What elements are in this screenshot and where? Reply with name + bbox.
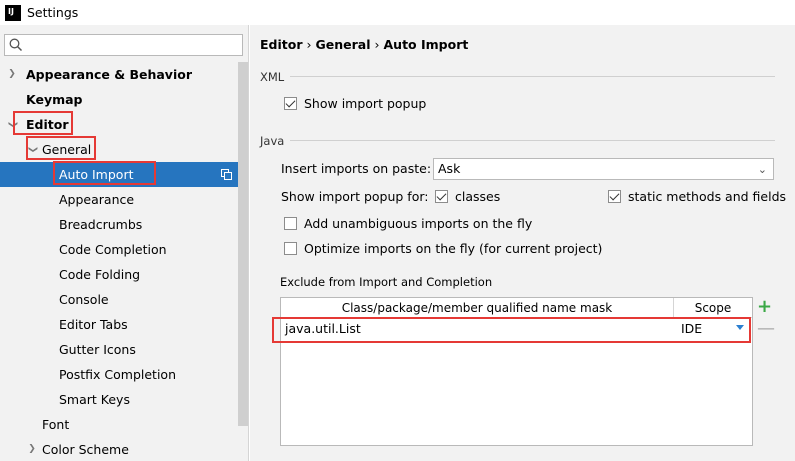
chevron-down-icon[interactable]: ❯ xyxy=(20,144,45,156)
tree-item-smart-keys[interactable]: Smart Keys xyxy=(0,387,238,412)
breadcrumb-separator: › xyxy=(306,37,312,52)
tree-item-editor-tabs[interactable]: Editor Tabs xyxy=(0,312,238,337)
tree-item-general[interactable]: ❯ General xyxy=(0,137,238,162)
java-classes-checkbox[interactable]: classes xyxy=(435,189,500,204)
insert-imports-label: Insert imports on paste: xyxy=(281,161,432,176)
window-title: Settings xyxy=(27,5,79,20)
chevron-right-icon[interactable]: ❯ xyxy=(6,62,18,87)
tree-item-color-scheme[interactable]: ❯ Color Scheme xyxy=(0,437,238,461)
tree-item-label: Font xyxy=(42,417,70,432)
tree-item-label: Postfix Completion xyxy=(59,367,176,382)
tree-item-font[interactable]: Font xyxy=(0,412,238,437)
scope-dropdown-icon[interactable] xyxy=(736,325,744,330)
search-icon xyxy=(9,38,23,52)
tree-item-label: Editor xyxy=(26,117,69,132)
settings-content: Editor › General › Auto Import XML Show impo… xyxy=(250,25,795,461)
xml-show-import-popup-checkbox[interactable]: Show import popup xyxy=(284,96,426,111)
column-header-mask[interactable]: Class/package/member qualified name mask xyxy=(281,298,674,318)
breadcrumb-item-editor[interactable]: Editor xyxy=(260,37,303,52)
tree-item-postfix-completion[interactable]: Postfix Completion xyxy=(0,362,238,387)
optimize-imports-checkbox[interactable]: Optimize imports on the fly (for current… xyxy=(284,241,602,256)
chevron-down-icon[interactable]: ❯ xyxy=(0,119,25,131)
row-mask-value[interactable]: java.util.List xyxy=(285,319,361,339)
tree-item-label: Smart Keys xyxy=(59,392,130,407)
section-xml-label: XML xyxy=(260,70,285,84)
tree-item-label: Console xyxy=(59,292,109,307)
remove-entry-button[interactable]: — xyxy=(757,320,775,338)
tree-item-editor[interactable]: ❯ Editor xyxy=(0,112,238,137)
tree-item-keymap[interactable]: Keymap xyxy=(0,87,238,112)
column-header-scope[interactable]: Scope xyxy=(674,298,752,318)
add-unambiguous-imports-checkbox[interactable]: Add unambiguous imports on the fly xyxy=(284,216,532,231)
tree-item-code-completion[interactable]: Code Completion xyxy=(0,237,238,262)
tree-item-appearance-behavior[interactable]: ❯ Appearance & Behavior xyxy=(0,62,238,87)
checkbox-label: Show import popup xyxy=(304,96,427,111)
java-static-methods-checkbox[interactable]: static methods and fields xyxy=(608,189,786,204)
row-scope-value[interactable]: IDE xyxy=(681,319,702,339)
tree-item-label: Code Folding xyxy=(59,267,141,282)
tree-item-label: Color Scheme xyxy=(42,442,129,457)
checkbox-label: classes xyxy=(455,189,501,204)
exclude-section-label: Exclude from Import and Completion xyxy=(280,275,493,289)
tree-item-label: Appearance & Behavior xyxy=(26,67,192,82)
breadcrumb-separator: › xyxy=(374,37,380,52)
add-entry-button[interactable]: + xyxy=(757,298,772,316)
checkbox-unchecked[interactable] xyxy=(284,217,297,230)
table-row[interactable]: java.util.List IDE xyxy=(281,319,752,339)
chevron-down-icon[interactable]: ⌄ xyxy=(758,160,767,180)
tree-item-label: Keymap xyxy=(26,92,83,107)
tree-item-label: Breadcrumbs xyxy=(59,217,143,232)
intellij-app-icon: IJ xyxy=(5,4,21,21)
settings-tree: ❯ Appearance & Behavior Keymap ❯ Editor … xyxy=(0,62,238,461)
breadcrumb-item-auto-import: Auto Import xyxy=(383,37,469,52)
tree-item-label: Appearance xyxy=(59,192,135,207)
checkbox-checked[interactable] xyxy=(608,190,621,203)
settings-search-input[interactable] xyxy=(4,34,243,56)
checkbox-label: Add unambiguous imports on the fly xyxy=(304,216,533,231)
chevron-right-icon[interactable]: ❯ xyxy=(26,437,38,461)
tree-item-label: Code Completion xyxy=(59,242,167,257)
section-divider xyxy=(290,140,775,141)
select-value: Ask xyxy=(438,161,461,176)
exclude-table: Class/package/member qualified name mask… xyxy=(280,297,753,446)
show-popup-for-label: Show import popup for: xyxy=(281,189,429,204)
tree-item-console[interactable]: Console xyxy=(0,287,238,312)
copy-settings-icon[interactable] xyxy=(221,169,232,180)
tree-item-auto-import[interactable]: Auto Import xyxy=(0,162,238,187)
section-java-label: Java xyxy=(260,134,285,148)
checkbox-label: static methods and fields xyxy=(628,189,787,204)
tree-item-code-folding[interactable]: Code Folding xyxy=(0,262,238,287)
checkbox-checked[interactable] xyxy=(435,190,448,203)
tree-item-label: General xyxy=(42,142,92,157)
tree-item-label: Auto Import xyxy=(59,167,134,182)
insert-imports-select[interactable]: Ask ⌄ xyxy=(433,158,774,180)
tree-item-appearance[interactable]: Appearance xyxy=(0,187,238,212)
checkbox-checked[interactable] xyxy=(284,97,297,110)
breadcrumb-item-general[interactable]: General xyxy=(316,37,371,52)
checkbox-unchecked[interactable] xyxy=(284,242,297,255)
checkbox-label: Optimize imports on the fly (for current… xyxy=(304,241,603,256)
section-divider xyxy=(290,76,775,77)
tree-item-label: Editor Tabs xyxy=(59,317,128,332)
tree-item-label: Gutter Icons xyxy=(59,342,136,357)
settings-sidebar: ❯ Appearance & Behavior Keymap ❯ Editor … xyxy=(0,25,249,461)
sidebar-scrollbar[interactable] xyxy=(238,62,248,426)
breadcrumb: Editor › General › Auto Import xyxy=(260,37,468,52)
title-bar: IJ Settings xyxy=(0,0,795,25)
tree-item-gutter-icons[interactable]: Gutter Icons xyxy=(0,337,238,362)
table-header: Class/package/member qualified name mask… xyxy=(281,298,752,318)
tree-item-breadcrumbs[interactable]: Breadcrumbs xyxy=(0,212,238,237)
